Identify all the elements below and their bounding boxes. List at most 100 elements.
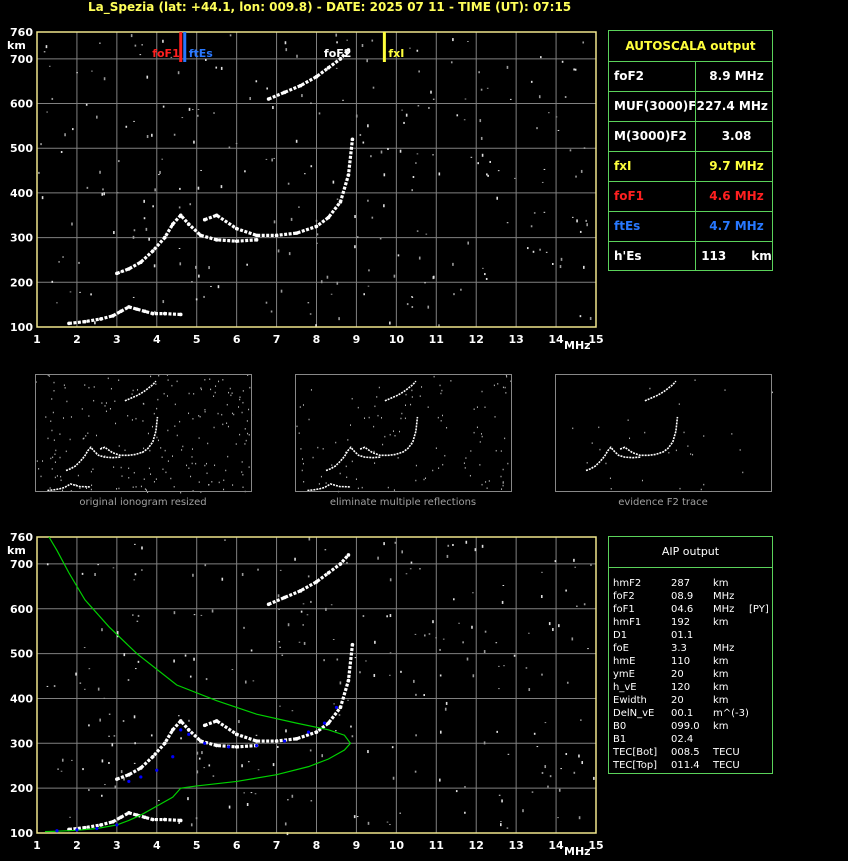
aip-row-fof1: foF1 04.6 MHz [PY] [613,603,773,616]
x-tick-label: 1 [33,839,41,852]
aip-cell: hmE [613,656,636,667]
noise-speck [467,241,470,245]
aip-profile-point [55,829,59,833]
aip-profile-point [334,705,339,710]
noise-speck [196,770,199,774]
noise-speck [205,678,208,681]
noise-speck [578,754,580,758]
noise-speck [304,173,306,175]
x-tick-label: 14 [548,839,564,852]
noise-speck [540,56,542,59]
echo-point [115,777,119,781]
noise-speck [300,610,303,613]
x-axis-label: MHz [564,845,591,858]
noise-speck [367,821,370,825]
noise-speck [474,548,477,552]
noise-speck [416,153,419,155]
noise-speck [541,771,544,774]
noise-speck [103,697,106,699]
autoscala-value: 4.6 MHz [709,189,764,203]
noise-speck [40,143,42,146]
aip-cell: TEC[Top] [613,760,658,771]
echo-point [294,231,299,235]
x-tick-label: 13 [508,333,523,346]
noise-speck [254,793,257,795]
noise-speck [94,572,96,576]
noise-speck [83,688,86,690]
aip-cell: 011.4 [671,760,700,771]
aip-profile-point [95,826,99,831]
autoscala-panel: AUTOSCALA output foF2 8.9 MHz MUF(3000)F2 2… [608,30,773,271]
echo-point [143,309,147,314]
noise-speck [78,261,80,264]
autoscala-row-fxi: fxI 9.7 MHz [609,151,772,182]
echo-point [99,317,103,321]
noise-speck [500,821,502,823]
noise-speck [346,561,348,564]
noise-speck [405,573,408,575]
echo-point [162,235,167,240]
noise-speck [287,799,289,801]
noise-speck [452,262,454,266]
noise-speck [273,220,276,224]
noise-speck [211,609,214,613]
noise-speck [576,605,578,607]
noise-speck [514,177,516,179]
noise-speck [193,614,196,616]
noise-speck [513,654,516,657]
noise-speck [220,185,223,189]
noise-speck [108,761,110,764]
noise-speck [307,302,310,304]
noise-speck [411,189,414,192]
noise-speck [136,620,139,622]
x-tick-label: 7 [273,333,281,346]
aip-cell: 287 [671,578,691,589]
noise-speck [201,751,203,755]
noise-speck [133,715,136,719]
noise-speck [365,660,367,662]
noise-speck [544,722,547,724]
noise-speck [566,681,569,684]
noise-speck [445,701,448,705]
noise-speck [530,225,533,228]
noise-speck [383,542,385,546]
noise-speck [179,187,181,190]
thumb-eliminate [295,374,512,492]
noise-speck [246,803,249,807]
x-tick-label: 3 [113,333,121,346]
autoscala-row-h-es: h'Es 113 km [609,241,772,271]
noise-speck [38,171,40,174]
noise-speck [130,34,133,38]
echo-point [178,818,183,823]
noise-speck [99,42,101,44]
echo-point [282,595,287,600]
noise-speck [571,216,574,218]
noise-speck [418,70,420,73]
noise-speck [540,595,543,599]
marker-label-fxi: fxI [388,47,404,60]
noise-speck [533,212,536,214]
noise-speck [472,674,475,678]
noise-speck [565,753,568,756]
echo-point [143,815,147,820]
echo-point [314,224,319,229]
noise-speck [281,654,284,656]
autoscala-row-muf-3000-f2: MUF(3000)F2 27.4 MHz [609,91,772,122]
noise-speck [101,759,104,763]
noise-speck [48,65,51,67]
echo-point [254,233,259,238]
aip-row-h-ve: h_vE 120 km [613,681,773,694]
noise-speck [479,119,482,123]
noise-speck [336,658,339,661]
noise-speck [439,778,441,782]
noise-speck [353,815,356,819]
noise-speck [241,572,244,576]
noise-speck [435,637,437,639]
noise-speck [383,173,386,177]
noise-speck [526,247,529,250]
noise-speck [453,598,455,601]
noise-speck [498,665,500,667]
noise-speck [330,293,333,295]
noise-speck [71,128,74,131]
noise-speck [501,799,503,803]
